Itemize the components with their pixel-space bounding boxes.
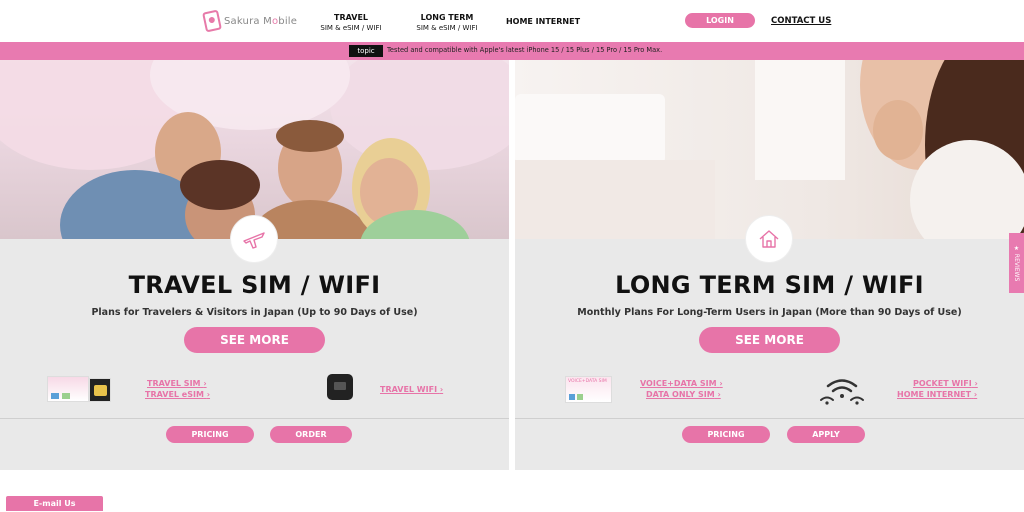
house-icon-circle xyxy=(745,215,793,263)
data-only-sim-link[interactable]: DATA ONLY SIM › xyxy=(646,390,721,399)
topic-bar: topic Tested and compatible with Apple's… xyxy=(0,42,1024,60)
long-term-pricing-button[interactable]: PRICING xyxy=(682,426,770,443)
chevron-right-icon: › xyxy=(717,390,721,399)
travel-title: TRAVEL SIM / WIFI xyxy=(128,271,381,299)
nav-home-internet-title: HOME INTERNET xyxy=(505,17,581,26)
travel-panel: TRAVEL SIM / WIFI Plans for Travelers & … xyxy=(0,60,509,470)
long-term-subtitle: Monthly Plans For Long-Term Users in Jap… xyxy=(577,307,962,318)
topic-text[interactable]: Tested and compatible with Apple's lates… xyxy=(387,46,662,54)
home-internet-link[interactable]: HOME INTERNET › xyxy=(897,390,977,399)
nav-travel-title: TRAVEL xyxy=(333,13,369,22)
site-header: Sakura Mobile TRAVEL SIM & eSIM / WIFI L… xyxy=(0,0,1024,42)
pocket-wifi-device-image xyxy=(327,374,353,400)
reviews-tab[interactable]: ★ REVIEWS xyxy=(1009,233,1024,293)
wifi-signal-icon xyxy=(820,379,864,405)
travel-sim-card-image xyxy=(47,376,89,402)
chevron-right-icon: › xyxy=(719,379,723,388)
pocket-wifi-link[interactable]: POCKET WIFI › xyxy=(913,379,978,388)
long-term-hero-image xyxy=(515,60,1024,239)
travel-wifi-link[interactable]: TRAVEL WIFI › xyxy=(380,385,443,394)
site-logo[interactable]: Sakura Mobile xyxy=(202,9,298,33)
travel-order-button[interactable]: ORDER xyxy=(270,426,352,443)
long-term-apply-button[interactable]: APPLY xyxy=(787,426,865,443)
voice-data-sim-card-image: VOICE+DATA SIM xyxy=(565,376,612,403)
chevron-right-icon: › xyxy=(203,379,207,388)
travel-esim-link[interactable]: TRAVEL eSIM › xyxy=(145,390,210,399)
login-button[interactable]: LOGIN xyxy=(685,13,755,28)
nav-home-internet[interactable]: HOME INTERNET xyxy=(504,16,582,27)
chevron-right-icon: › xyxy=(206,390,211,399)
topic-tag: topic xyxy=(349,45,383,57)
long-term-title: LONG TERM SIM / WIFI xyxy=(615,271,924,299)
voice-data-sim-link[interactable]: VOICE+DATA SIM › xyxy=(640,379,723,388)
travel-esim-card-image xyxy=(89,378,111,402)
airplane-icon xyxy=(243,232,265,249)
travel-pricing-button[interactable]: PRICING xyxy=(166,426,254,443)
long-term-see-more-button[interactable]: SEE MORE xyxy=(699,327,840,353)
nav-travel[interactable]: TRAVEL SIM & eSIM / WIFI xyxy=(316,12,386,34)
nav-long-term[interactable]: LONG TERM SIM & eSIM / WIFI xyxy=(412,12,482,34)
divider xyxy=(0,418,509,419)
chevron-right-icon: › xyxy=(974,379,978,388)
airplane-icon-circle xyxy=(230,215,278,263)
nav-long-term-title: LONG TERM xyxy=(420,13,474,22)
email-us-button[interactable]: E-mail Us xyxy=(6,496,103,511)
travel-see-more-button[interactable]: SEE MORE xyxy=(184,327,325,353)
long-term-panel: LONG TERM SIM / WIFI Monthly Plans For L… xyxy=(515,60,1024,470)
logo-text: Sakura Mobile xyxy=(224,15,298,27)
nav-long-term-sub: SIM & eSIM / WIFI xyxy=(416,24,478,32)
travel-hero-image xyxy=(0,60,509,239)
nav-travel-sub: SIM & eSIM / WIFI xyxy=(320,24,382,32)
travel-sim-link[interactable]: TRAVEL SIM › xyxy=(147,379,207,388)
sim-card-label: VOICE+DATA SIM xyxy=(568,379,607,384)
house-icon xyxy=(759,230,779,248)
sim-logo-icon xyxy=(202,9,222,33)
divider xyxy=(515,418,1024,419)
contact-us-link[interactable]: CONTACT US xyxy=(771,16,831,26)
travel-subtitle: Plans for Travelers & Visitors in Japan … xyxy=(91,307,418,318)
chevron-right-icon: › xyxy=(973,390,978,399)
chevron-right-icon: › xyxy=(439,385,444,394)
